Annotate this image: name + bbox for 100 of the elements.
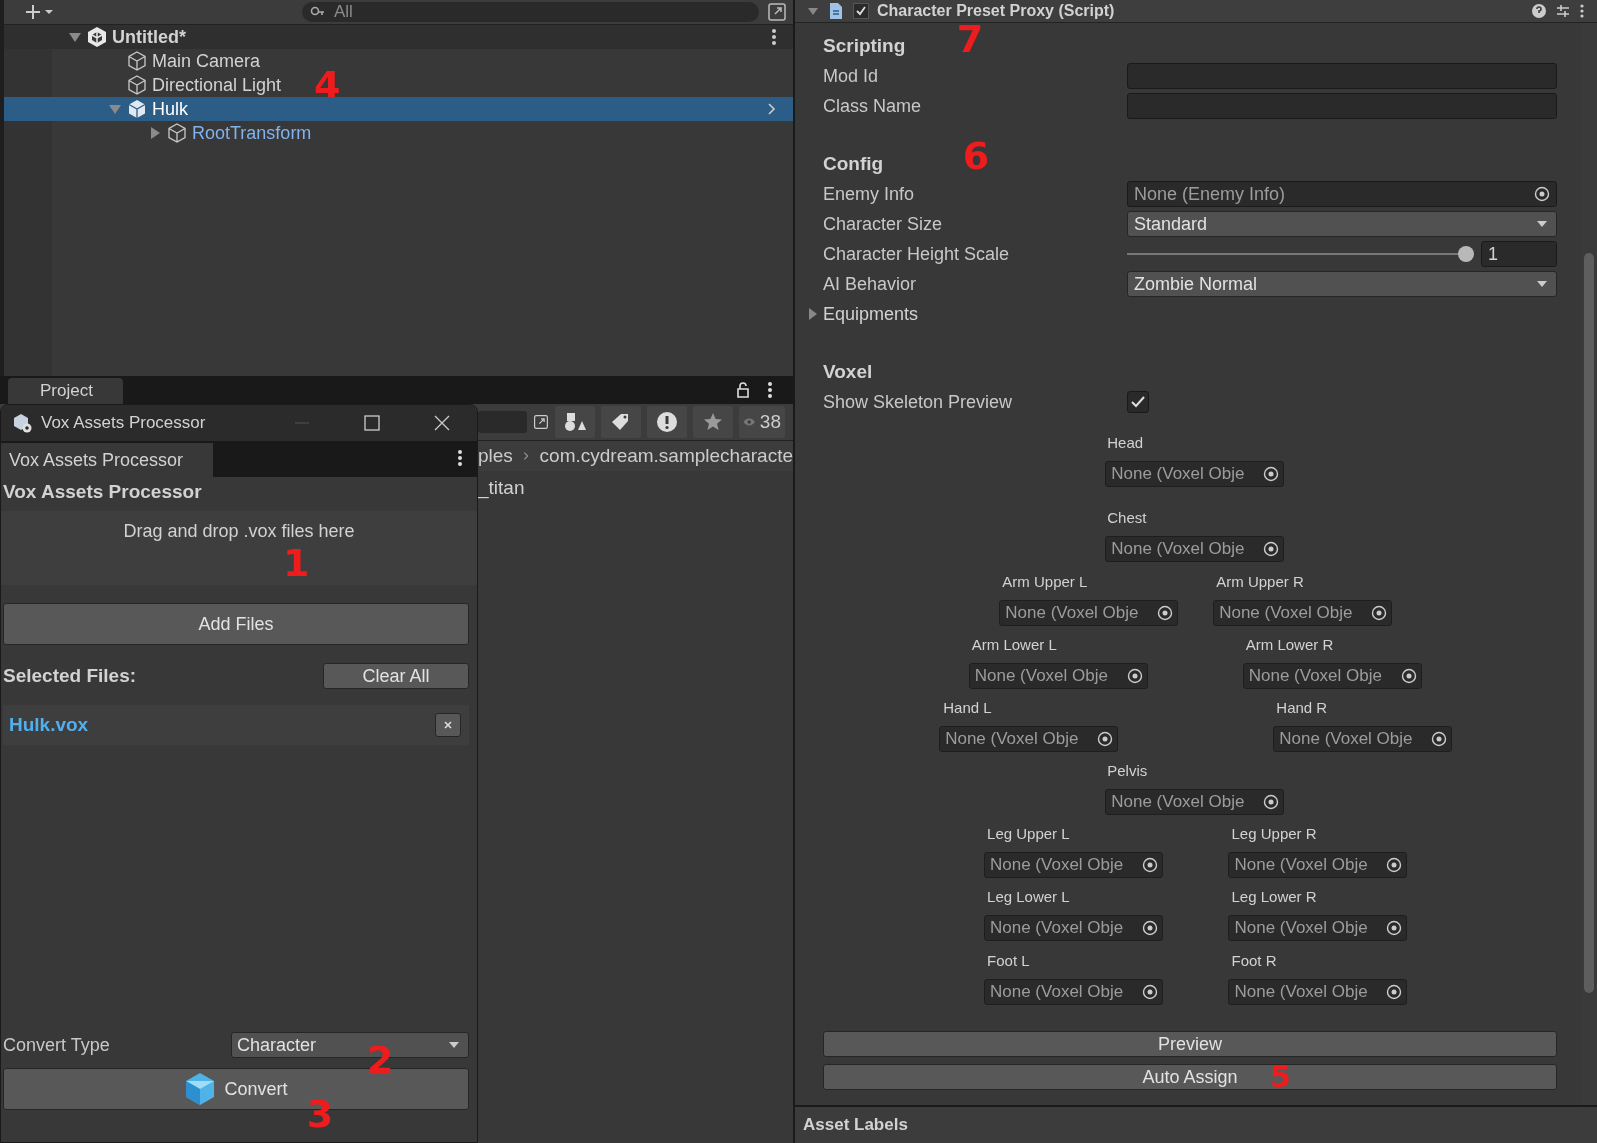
target-icon[interactable] [1142,857,1158,874]
drop-area[interactable]: Drag and drop .vox files here 1 [1,511,477,585]
collapse-arrow-icon[interactable] [807,5,819,17]
clear-all-button[interactable]: Clear All [323,663,469,689]
close-icon [443,720,453,730]
object-field[interactable]: None (Voxel Obje [1105,461,1285,488]
bone-label: Foot R [1231,951,1277,970]
favorite-star-button[interactable] [693,406,734,438]
target-icon[interactable] [1142,920,1158,937]
target-icon[interactable] [1263,794,1280,811]
target-icon[interactable] [1142,983,1158,1000]
object-field[interactable]: None (Voxel Obje [1273,725,1453,752]
text-field[interactable] [1127,93,1557,119]
kebab-menu-icon[interactable] [457,449,463,467]
bone-label: Hand R [1276,698,1328,717]
checkmark-icon [1130,395,1146,409]
object-field[interactable]: None (Voxel Obje [1228,852,1408,879]
target-icon[interactable] [1400,667,1417,684]
target-icon[interactable] [1431,730,1448,747]
text-field[interactable] [1127,63,1557,89]
object-field[interactable]: None (Voxel Obje [984,852,1163,879]
bone-label: Chest [1107,509,1147,528]
add-menu-button[interactable] [24,3,54,21]
component-header[interactable]: Character Preset Proxy (Script) [795,0,1597,23]
cube-icon [184,1072,217,1106]
tree-item[interactable]: Untitled* [4,25,793,49]
object-field[interactable]: None (Voxel Obje [1228,978,1408,1005]
expand-icon[interactable] [533,412,550,432]
object-field[interactable]: None (Voxel Obje [939,725,1119,752]
target-icon[interactable] [1263,541,1280,558]
cube-outline-icon [126,74,148,96]
caret-icon [448,1041,460,1049]
number-field[interactable]: 1 [1481,241,1557,267]
window-tab[interactable]: Vox Assets Processor [1,443,214,477]
help-icon[interactable] [1531,3,1547,19]
object-field[interactable]: None (Voxel Obje [968,662,1148,689]
object-field[interactable]: None (Voxel Obje [1228,915,1408,942]
dropdown[interactable]: Zombie Normal [1127,271,1557,297]
window-title: Vox Assets Processor [41,413,206,433]
action-button[interactable]: Preview [823,1031,1557,1057]
dropdown[interactable]: Standard [1127,211,1557,237]
target-icon[interactable] [1386,983,1403,1000]
bone-label: Pelvis [1107,762,1148,781]
kebab-menu-icon[interactable] [767,381,773,399]
bone-label: Leg Upper L [987,825,1070,844]
tree-item[interactable]: Hulk [4,97,793,121]
cube-icon [126,98,148,120]
shapes-icon [564,412,587,432]
target-icon[interactable] [1386,920,1403,937]
section-heading: Config [823,152,884,176]
tag-filter-button[interactable] [601,406,642,438]
action-button[interactable]: Auto Assign 5 [823,1064,1557,1090]
target-icon[interactable] [1097,730,1114,747]
asset-item[interactable]: _titan [478,477,525,498]
visibility-toggle[interactable]: 38 [739,406,785,438]
cube-outline-icon [166,122,188,144]
tree-item[interactable]: RootTransform [4,121,793,145]
object-field[interactable]: None (Voxel Obje [984,978,1163,1005]
caret-icon [1536,280,1548,288]
remove-button[interactable] [435,713,461,737]
slider-thumb[interactable] [1458,246,1475,262]
maximize-icon[interactable] [363,414,381,432]
lock-icon[interactable] [735,381,751,399]
breadcrumb-link[interactable]: com.cydream.samplecharacte [539,445,793,467]
target-icon[interactable] [1157,604,1174,621]
object-field[interactable]: None (Voxel Obje [1105,536,1285,563]
target-icon[interactable] [1534,186,1550,202]
collapsed-arrow-icon[interactable] [148,126,162,140]
expand-icon[interactable] [767,2,787,22]
project-tab[interactable]: Project [8,378,123,404]
object-field[interactable]: None (Voxel Obje [999,599,1179,626]
add-files-button[interactable]: Add Files [3,603,469,645]
gear-cube-icon [11,412,33,434]
target-icon[interactable] [1126,667,1143,684]
sliders-icon[interactable] [1555,3,1571,19]
exclamation-icon [656,411,679,433]
foldout[interactable]: Equipments [807,303,919,325]
chevron-right-icon[interactable] [767,102,777,116]
warning-filter-button[interactable] [647,406,688,438]
search-field[interactable] [478,411,528,433]
section-heading: Asset Labels [803,1115,908,1135]
object-field[interactable]: None (Voxel Obje [1213,599,1393,626]
breadcrumb-link[interactable]: ples [478,445,513,467]
target-icon[interactable] [1371,604,1388,621]
object-field[interactable]: None (Enemy Info) [1127,181,1557,207]
field-label: Show Skeleton Preview [823,391,1014,413]
search-box[interactable]: All [302,2,759,22]
enabled-checkbox[interactable] [853,3,869,19]
expanded-arrow-icon[interactable] [68,30,82,44]
target-icon[interactable] [1263,466,1280,483]
close-icon[interactable] [433,414,451,432]
shapes-filter-button[interactable] [555,406,596,438]
object-field[interactable]: None (Voxel Obje [984,915,1163,942]
kebab-menu-icon[interactable] [1579,3,1585,19]
object-field[interactable]: None (Voxel Obje [1242,662,1422,689]
checkbox[interactable] [1127,391,1149,413]
object-field[interactable]: None (Voxel Obje [1105,789,1285,816]
target-icon[interactable] [1386,857,1403,874]
annotation-number: 1 [283,541,310,585]
kebab-menu-icon[interactable] [771,28,777,46]
